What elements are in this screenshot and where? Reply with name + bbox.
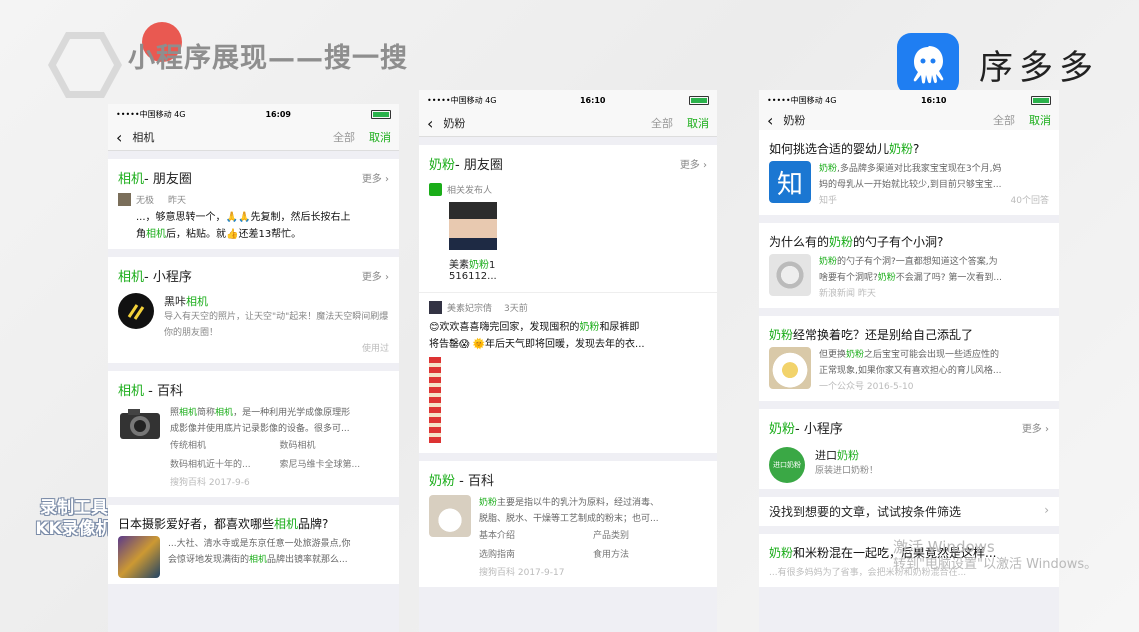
- post-time: 昨天: [168, 196, 187, 206]
- heika-logo-icon: [118, 293, 154, 329]
- avatar: [118, 193, 131, 206]
- article-result[interactable]: 如何挑选合适的婴幼儿奶粉? 知 奶粉,多品牌多渠道对比我家宝宝现在3个月,妈 妈…: [759, 130, 1059, 215]
- section-title: 奶粉 - 百科: [429, 473, 494, 489]
- post-user: 美素妃宗倩: [447, 304, 493, 314]
- phone-screen-camera: •••••中国移动 4G 16:09 ‹ 相机 全部 取消 相机- 朋友圈 更多…: [108, 104, 399, 632]
- zhihu-icon: 知: [769, 161, 811, 203]
- carrier-label: •••••中国移动 4G: [427, 95, 497, 105]
- article-result[interactable]: 为什么有的奶粉的勺子有个小洞? 奶粉的勺子有个洞?一直都想知道这个答案,为 啥要…: [759, 223, 1059, 308]
- baike-section: 奶粉 - 百科 奶粉主要是指以牛的乳汁为原料，经过消毒、 脱脂、脱水、干燥等工艺…: [419, 461, 717, 587]
- search-bar: ‹ 相机 全部 取消: [108, 124, 399, 151]
- carrier-label: •••••中国移动 4G: [767, 95, 837, 105]
- more-link[interactable]: 更多 ›: [362, 268, 389, 283]
- mini-program-section: 相机- 小程序 更多 › 黑咔相机 导入有天空的照片，让天空"动"起来！魔法天空…: [108, 257, 399, 363]
- clock: 16:10: [920, 95, 947, 105]
- filter-dropdown[interactable]: 全部: [651, 115, 673, 131]
- moments-section: 奶粉- 朋友圈 更多 › 相关发布人 美素奶粉1 516112... 美素妃宗倩…: [419, 145, 717, 453]
- camera-image: [120, 409, 160, 439]
- cancel-button[interactable]: 取消: [1029, 112, 1051, 128]
- person-icon: [429, 183, 442, 196]
- related-label: 相关发布人: [447, 186, 493, 196]
- back-arrow-icon[interactable]: ‹: [427, 114, 433, 133]
- hexagon-decoration: [48, 32, 122, 98]
- more-link[interactable]: 更多 ›: [1022, 420, 1049, 435]
- section-title: 奶粉- 朋友圈: [429, 157, 503, 173]
- article-result[interactable]: 日本摄影爱好者，都喜欢哪些相机品牌? ...大社、清水寺或是东京任意一处旅游景点…: [108, 505, 399, 584]
- publisher-avatar: [449, 202, 497, 250]
- moments-section: 相机- 朋友圈 更多 › 无极 昨天 ...，够意思转一个，🙏🙏先复制，然后长按右…: [108, 159, 399, 249]
- brand: 序多多: [897, 33, 1099, 95]
- clock: 16:10: [579, 95, 606, 105]
- back-arrow-icon[interactable]: ‹: [116, 128, 122, 147]
- status-bar: •••••中国移动 4G 16:10: [419, 90, 717, 110]
- battery-icon: [371, 109, 391, 119]
- post-time: 3天前: [504, 304, 528, 314]
- mini-program-item[interactable]: 黑咔相机 导入有天空的照片，让天空"动"起来！魔法天空瞬间刷爆你的朋友圈！ 使用…: [118, 293, 389, 357]
- avatar: [429, 301, 442, 314]
- milk-powder-image: [429, 495, 471, 537]
- cancel-button[interactable]: 取消: [369, 129, 391, 145]
- article-result[interactable]: 奶粉经常换着吃？还是别给自己添乱了 但更换奶粉之后宝宝可能会出现一些适应性的 正…: [759, 316, 1059, 401]
- search-bar: ‹ 奶粉 全部 取消: [419, 110, 717, 137]
- filter-dropdown[interactable]: 全部: [333, 129, 355, 145]
- section-title: 相机- 朋友圈: [118, 171, 192, 187]
- search-bar: ‹ 奶粉 全部 取消: [759, 110, 1059, 130]
- search-input[interactable]: 奶粉: [783, 112, 993, 128]
- post-user: 无极: [136, 196, 155, 206]
- spoon-thumbnail: [769, 254, 811, 296]
- mini-program-item[interactable]: 进口奶粉 进口奶粉 原装进口奶粉！: [769, 447, 1049, 483]
- cancel-button[interactable]: 取消: [687, 115, 709, 131]
- carrier-label: •••••中国移动 4G: [116, 109, 186, 119]
- section-title: 相机- 小程序: [118, 269, 192, 285]
- brand-name: 序多多: [979, 47, 1099, 88]
- clock: 16:09: [265, 109, 291, 119]
- baike-section: 相机 - 百科 照相机简称相机，是一种利用光学成像原理形 成影像并使用底片记录影…: [108, 371, 399, 497]
- battery-icon: [1031, 95, 1051, 105]
- phone-screen-milk-powder: •••••中国移动 4G 16:10 ‹ 奶粉 全部 取消 奶粉- 朋友圈 更多…: [419, 90, 717, 632]
- octopus-logo-icon: [897, 33, 959, 95]
- section-title: 奶粉- 小程序: [769, 421, 843, 437]
- slide-title: 小程序展现——搜一搜: [128, 43, 408, 74]
- moments-post[interactable]: 😊欢欢喜喜嗨完回家，发现囤积的奶粉和尿裤即 将告罄😱 🌞年后天气即将回暖，发现去…: [429, 319, 707, 353]
- battery-icon: [689, 95, 709, 105]
- back-arrow-icon[interactable]: ‹: [767, 111, 773, 130]
- baike-links: 基本介绍 产品类别 选购指南 食用方法: [479, 531, 630, 560]
- status-bar: •••••中国移动 4G 16:10: [759, 90, 1059, 110]
- more-link[interactable]: 更多 ›: [680, 156, 707, 171]
- more-link[interactable]: 更多 ›: [362, 170, 389, 185]
- mini-program-section: 奶粉- 小程序 更多 › 进口奶粉 进口奶粉 原装进口奶粉！: [759, 409, 1059, 489]
- post-image: [429, 357, 441, 443]
- milk-bowl-thumbnail: [769, 347, 811, 389]
- import-milk-logo-icon: 进口奶粉: [769, 447, 805, 483]
- publisher-card[interactable]: 美素奶粉1 516112...: [429, 202, 707, 282]
- status-bar: •••••中国移动 4G 16:09: [108, 104, 399, 124]
- windows-activation-notice: 激活 Windows 转到"电脑设置"以激活 Windows。: [893, 538, 1098, 572]
- filter-hint[interactable]: 没找到想要的文章，试试按条件筛选 ›: [759, 497, 1059, 526]
- baike-links: 传统相机 数码相机 数码相机近十年的... 索尼马维卡全球第...: [170, 441, 361, 470]
- search-input[interactable]: 奶粉: [443, 115, 651, 131]
- filter-dropdown[interactable]: 全部: [993, 112, 1015, 128]
- search-input[interactable]: 相机: [132, 129, 333, 145]
- moments-post[interactable]: ...，够意思转一个，🙏🙏先复制，然后长按右上 角相机后，粘贴。就👍还差13帮忙…: [118, 209, 389, 243]
- article-thumbnail: [118, 536, 160, 578]
- section-title: 相机 - 百科: [118, 383, 183, 399]
